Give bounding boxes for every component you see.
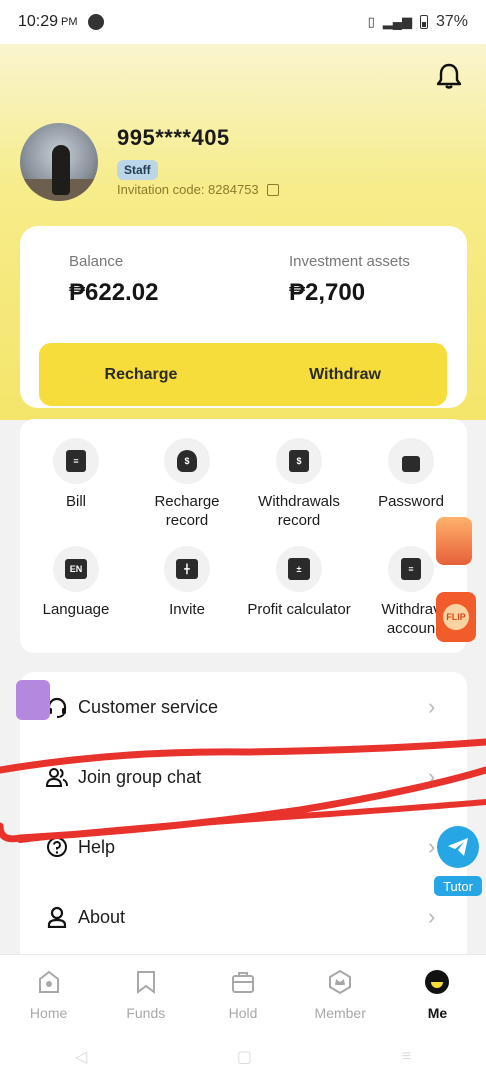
signal-icon: ▂▄▆: [382, 14, 412, 29]
home-square-icon[interactable]: ▢: [237, 1047, 252, 1067]
grid-item-profit-calculator[interactable]: ± Profit calculator: [239, 546, 359, 619]
recharge-button[interactable]: Recharge: [39, 343, 243, 406]
briefcase-icon: [232, 972, 254, 993]
nav-home[interactable]: Home: [0, 955, 97, 1034]
recents-icon[interactable]: ≡: [402, 1048, 411, 1066]
list-label: About: [78, 906, 126, 927]
grid-label: Recharge: [154, 493, 220, 510]
chevron-right-icon: ›: [428, 694, 436, 719]
nav-label: Member: [314, 1005, 366, 1021]
nav-hold[interactable]: Hold: [194, 955, 291, 1034]
withdraw-account-icon: ≡: [401, 558, 421, 580]
grid-item-recharge-record[interactable]: $ Recharge record: [127, 438, 247, 530]
balance-value: ₱622.02: [69, 279, 159, 306]
status-ampm: PM: [61, 16, 78, 28]
nav-funds[interactable]: Funds: [97, 955, 194, 1034]
jackpot-float-button[interactable]: [436, 517, 472, 565]
messenger-icon: [87, 14, 104, 30]
grid-item-withdrawals-record[interactable]: $ Withdrawals record: [239, 438, 359, 530]
staff-badge: Staff: [117, 160, 158, 180]
investment-label: Investment assets: [289, 253, 410, 270]
nav-label: Funds: [126, 1005, 166, 1021]
user-phone: 995****405: [117, 125, 230, 150]
avatar[interactable]: [20, 123, 98, 201]
menu-grid: ≡ Bill $ Recharge record $ Withdrawals r…: [20, 419, 467, 653]
grid-label: Profit calculator: [247, 601, 351, 618]
chevron-right-icon: ›: [428, 904, 436, 929]
nav-label: Hold: [228, 1005, 258, 1021]
red-scribble-annotation: [0, 738, 486, 843]
jackpot-float-button-left[interactable]: [16, 680, 50, 720]
status-bar: 10:29 PM ▯ ▂▄▆ 37%: [0, 0, 486, 44]
bill-icon: ≡: [66, 450, 86, 472]
back-icon[interactable]: ◁: [75, 1047, 87, 1067]
list-label: Customer service: [78, 696, 219, 717]
telegram-icon[interactable]: [437, 826, 479, 868]
invitation-code-text: Invitation code: 8284753: [117, 182, 259, 197]
crown-icon: [329, 969, 352, 995]
gift-icon: ╋: [176, 559, 198, 579]
me-icon: [425, 970, 450, 994]
grid-label: Language: [42, 601, 110, 618]
status-indicators: ▯ ▂▄▆ 37%: [368, 13, 468, 31]
grid-item-language[interactable]: EN Language: [16, 546, 136, 619]
system-nav: ◁ ▢ ≡: [0, 1034, 486, 1080]
invitation-code[interactable]: Invitation code: 8284753: [117, 182, 279, 197]
wallet-icon: $: [289, 450, 309, 472]
action-bar: Recharge Withdraw: [39, 343, 447, 406]
investment-value: ₱2,700: [289, 279, 366, 306]
user-icon: [47, 906, 67, 928]
bottom-nav: Home Funds Hold Member Me: [0, 954, 486, 1034]
nav-label: Me: [427, 1005, 448, 1021]
grid-label: Password: [378, 493, 444, 510]
grid-label: Withdrawals: [258, 493, 340, 510]
grid-item-invite[interactable]: ╋ Invite: [127, 546, 247, 619]
copy-icon[interactable]: [266, 183, 279, 196]
nav-me[interactable]: Me: [389, 955, 486, 1034]
grid-item-bill[interactable]: ≡ Bill: [16, 438, 136, 511]
language-icon: EN: [65, 559, 87, 579]
paper-plane-icon: [448, 838, 468, 856]
calculator-icon: ±: [288, 558, 310, 580]
vibrate-icon: ▯: [367, 14, 375, 29]
balance-label: Balance: [69, 253, 124, 270]
flip-label: FLIP: [443, 604, 469, 630]
battery-icon: [419, 15, 428, 29]
grid-label: Invite: [169, 601, 205, 618]
grid-label-2: record: [277, 512, 321, 529]
withdraw-button[interactable]: Withdraw: [243, 343, 447, 406]
money-bag-icon: $: [177, 450, 197, 472]
bell-icon[interactable]: [436, 62, 462, 90]
home-icon: [38, 970, 59, 993]
lock-icon: [402, 455, 420, 472]
bookmark-icon: [136, 971, 155, 994]
flip-float-button[interactable]: FLIP: [436, 592, 476, 642]
grid-label: Bill: [65, 493, 86, 510]
grid-label-2: record: [165, 512, 209, 529]
status-time: 10:29: [18, 13, 59, 30]
grid-item-password[interactable]: Password: [351, 438, 471, 511]
nav-member[interactable]: Member: [292, 955, 389, 1034]
battery-percent: 37%: [435, 13, 468, 30]
tutor-label[interactable]: Tutor: [434, 876, 482, 896]
list-item-about[interactable]: About ›: [20, 882, 467, 952]
nav-label: Home: [29, 1005, 68, 1021]
